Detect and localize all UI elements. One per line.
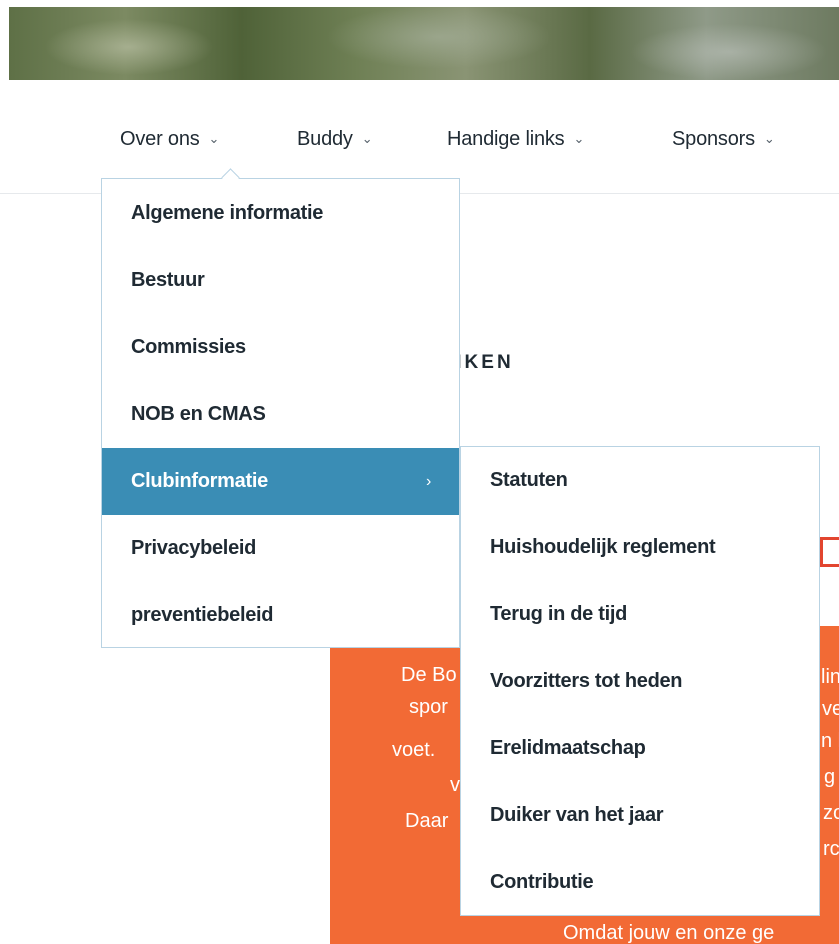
- menu-item-label: NOB en CMAS: [131, 403, 266, 425]
- nav-item-label: Buddy: [297, 128, 353, 150]
- orange-text-fragment: Omdat jouw en onze ge: [563, 922, 775, 944]
- submenu-clubinformatie: Statuten Huishoudelijk reglement Terug i…: [460, 446, 820, 916]
- nav-item-buddy[interactable]: Buddy ⌄: [297, 128, 373, 151]
- chevron-down-icon: ⌄: [361, 131, 373, 146]
- nav-item-label: Handige links: [447, 128, 565, 150]
- menu-item-label: preventiebeleid: [131, 604, 274, 626]
- nav-item-handige-links[interactable]: Handige links ⌄: [447, 128, 584, 151]
- hero-banner-image: [9, 7, 839, 80]
- menu-item-label: Voorzitters tot heden: [490, 670, 683, 692]
- submenu-item-voorzitters-tot-heden[interactable]: Voorzitters tot heden: [461, 648, 819, 715]
- menu-item-label: Statuten: [490, 469, 568, 491]
- main-navigation: Over ons ⌄ Buddy ⌄ Handige links ⌄ Sponsors…: [0, 80, 839, 194]
- orange-text-fragment: zo: [823, 802, 839, 824]
- menu-item-label: Huishoudelijk reglement: [490, 536, 716, 558]
- menu-item-clubinformatie[interactable]: Clubinformatie ›: [102, 448, 459, 515]
- chevron-down-icon: ⌄: [763, 131, 775, 146]
- nav-item-label: Sponsors: [672, 128, 755, 150]
- orange-text-fragment: Daar: [405, 810, 449, 832]
- menu-item-preventiebeleid[interactable]: preventiebeleid: [102, 582, 459, 649]
- submenu-item-erelidmaatschap[interactable]: Erelidmaatschap: [461, 715, 819, 782]
- menu-item-label: Contributie: [490, 871, 594, 893]
- submenu-item-terug-in-de-tijd[interactable]: Terug in de tijd: [461, 581, 819, 648]
- submenu-item-statuten[interactable]: Statuten: [461, 447, 819, 514]
- menu-item-label: Privacybeleid: [131, 537, 257, 559]
- nav-item-label: Over ons: [120, 128, 200, 150]
- submenu-item-huishoudelijk-reglement[interactable]: Huishoudelijk reglement: [461, 514, 819, 581]
- menu-item-bestuur[interactable]: Bestuur: [102, 247, 459, 314]
- nav-item-sponsors[interactable]: Sponsors ⌄: [672, 128, 775, 151]
- chevron-down-icon: ⌄: [573, 131, 585, 146]
- nav-item-over-ons[interactable]: Over ons ⌄: [120, 128, 219, 151]
- orange-text-fragment: rc: [823, 838, 839, 860]
- orange-text-fragment: lin: [821, 666, 839, 688]
- orange-text-fragment: n l: [821, 730, 839, 752]
- menu-item-label: Bestuur: [131, 269, 205, 291]
- red-outlined-element-edge: [820, 537, 839, 567]
- submenu-item-contributie[interactable]: Contributie: [461, 849, 819, 916]
- menu-item-privacybeleid[interactable]: Privacybeleid: [102, 515, 459, 582]
- menu-item-label: Terug in de tijd: [490, 603, 628, 625]
- menu-item-label: Algemene informatie: [131, 202, 324, 224]
- menu-item-label: Commissies: [131, 336, 246, 358]
- orange-text-fragment: ve: [822, 698, 839, 720]
- menu-item-label: Clubinformatie: [131, 470, 268, 492]
- menu-item-algemene-informatie[interactable]: Algemene informatie: [102, 180, 459, 247]
- menu-item-nob-en-cmas[interactable]: NOB en CMAS: [102, 381, 459, 448]
- dropdown-menu-over-ons: Algemene informatie Bestuur Commissies N…: [101, 178, 460, 648]
- menu-item-label: Erelidmaatschap: [490, 737, 646, 759]
- submenu-item-duiker-van-het-jaar[interactable]: Duiker van het jaar: [461, 782, 819, 849]
- menu-item-label: Duiker van het jaar: [490, 804, 664, 826]
- orange-text-fragment: voet.: [392, 739, 436, 761]
- chevron-down-icon: ⌄: [208, 131, 220, 146]
- orange-text-fragment: g: [824, 766, 836, 788]
- chevron-right-icon: ›: [425, 473, 431, 490]
- menu-item-commissies[interactable]: Commissies: [102, 314, 459, 381]
- orange-text-fragment: spor: [409, 696, 448, 718]
- orange-text-fragment: v: [450, 774, 460, 796]
- orange-text-fragment: De Bo: [401, 664, 457, 686]
